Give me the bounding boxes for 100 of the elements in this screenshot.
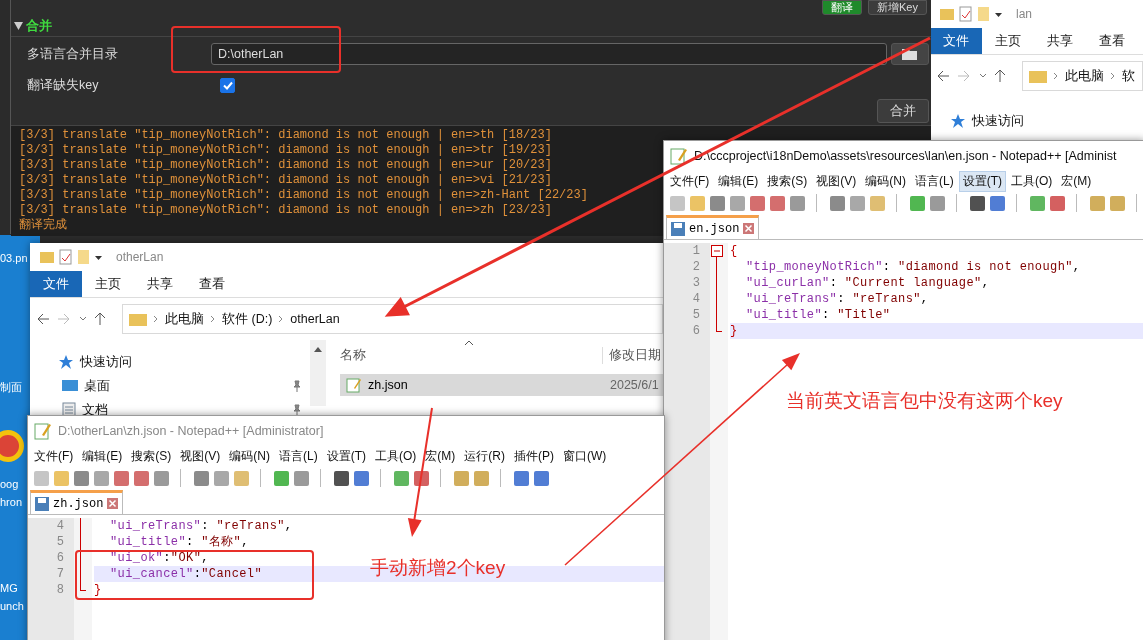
scroll-up-arrow-icon[interactable] — [314, 346, 322, 352]
directory-input[interactable]: D:\otherLan — [211, 43, 887, 65]
section-title[interactable]: 合并 — [26, 17, 52, 35]
annotation-text: 手动新增2个key — [370, 556, 506, 580]
line-number: 4 — [56, 518, 65, 534]
monitor-icon — [62, 379, 78, 393]
notepad-icon — [34, 422, 52, 440]
menu-item[interactable]: 工具(O) — [1007, 170, 1057, 192]
ribbon-tab[interactable]: 查看 — [1086, 28, 1138, 54]
action-button[interactable]: 新增Key — [868, 0, 927, 15]
menu-item[interactable]: 宏(M) — [421, 445, 460, 467]
menu-item[interactable]: 文件(F) — [666, 170, 714, 192]
desktop-icon-label[interactable]: MG — [0, 582, 18, 594]
breadcrumb-item[interactable]: 软件 (D:) — [222, 310, 273, 328]
toolbar-icons-drawing[interactable] — [32, 468, 552, 488]
line-number: 6 — [692, 323, 701, 339]
menu-item[interactable]: 编辑(E) — [714, 170, 763, 192]
nav-item[interactable]: 快速访问 — [80, 353, 132, 371]
log-line: [3/3] translate "tip_moneyNotRich": diamond is not enough | en=>zh [23/23] — [19, 203, 552, 217]
file-tab[interactable]: en.json — [666, 215, 760, 239]
window-title: lan — [1016, 7, 1032, 21]
menu-item[interactable]: 工具(O) — [371, 445, 421, 467]
file-date: 2025/6/1 — [610, 378, 659, 392]
line-number: 5 — [692, 307, 701, 323]
notepad-icon — [346, 377, 362, 393]
field-label: 翻译缺失key — [27, 76, 100, 94]
line-number: 6 — [56, 550, 65, 566]
code-line: "ui_title": "名称", — [109, 534, 250, 550]
menu-item[interactable]: 搜索(S) — [763, 170, 812, 192]
chevron-icon — [153, 315, 159, 323]
desktop-icon-label[interactable]: 制面 — [0, 380, 22, 395]
menu-item[interactable]: 运行(R) — [460, 445, 509, 467]
menu-item[interactable]: 编辑(E) — [78, 445, 127, 467]
breadcrumb-item[interactable]: 此电脑 — [165, 310, 204, 328]
sort-caret-icon — [464, 340, 474, 346]
log-line: [3/3] translate "tip_moneyNotRich": diamond is not enough | en=>vi [21/23] — [19, 173, 552, 187]
menu-item[interactable]: 语言(L) — [275, 445, 322, 467]
nav-item[interactable]: 桌面 — [84, 377, 110, 395]
menu-item[interactable]: 宏(M) — [1057, 170, 1096, 192]
file-tab[interactable]: zh.json — [30, 490, 124, 514]
log-line: [3/3] translate "tip_moneyNotRich": diamond is not enough | en=>th [18/23] — [19, 128, 552, 142]
save-icon — [671, 221, 685, 236]
ribbon-tab[interactable]: 文件 — [930, 28, 982, 54]
triangle-icon[interactable] — [14, 22, 23, 30]
file-name: zh.json — [368, 378, 409, 392]
breadcrumb-item[interactable]: 此电脑 — [1065, 67, 1104, 85]
log-line: 翻译完成 — [19, 218, 67, 232]
annotation-text: 当前英文语言包中没有这两个key — [786, 389, 1063, 413]
menu-item[interactable]: 编码(N) — [225, 445, 274, 467]
menu-item[interactable]: 搜索(S) — [127, 445, 176, 467]
file-row[interactable]: zh.json 2025/6/1 — [340, 374, 663, 396]
desktop-icon-label[interactable]: oog — [0, 478, 19, 490]
column-header[interactable]: 修改日期 — [602, 346, 661, 364]
nav-item[interactable]: 文档 — [82, 401, 108, 419]
star-icon — [950, 113, 966, 129]
ribbon-tab[interactable]: 文件 — [30, 271, 82, 297]
line-number: 3 — [692, 275, 701, 291]
code-line: "ui_reTrans": "reTrans", — [745, 291, 930, 307]
menu-item[interactable]: 窗口(W) — [559, 445, 611, 467]
menu-item[interactable]: 文件(F) — [30, 445, 78, 467]
star-icon — [58, 354, 74, 370]
ribbon-tab[interactable]: 主页 — [82, 271, 134, 297]
notepad-icon — [670, 147, 688, 165]
ribbon-tab[interactable]: 查看 — [186, 271, 238, 297]
circle-icon[interactable] — [0, 430, 24, 462]
desktop-icon-label[interactable]: hron — [0, 496, 23, 508]
address-bar[interactable]: 此电脑 软件 (D:) otherLan — [122, 304, 663, 334]
pin-icon[interactable] — [292, 380, 302, 392]
save-icon — [35, 496, 49, 511]
fold-minus-icon[interactable] — [711, 245, 723, 257]
close-icon[interactable] — [743, 223, 755, 234]
checkbox[interactable] — [220, 77, 235, 93]
ribbon-tab[interactable]: 主页 — [982, 28, 1034, 54]
menu-item[interactable]: 设置(T) — [322, 445, 370, 467]
chevron-icon — [1110, 72, 1116, 80]
menu-item[interactable]: 插件(P) — [510, 445, 558, 467]
pin-icon[interactable] — [292, 404, 302, 416]
code-line: "tip_moneyNotRich": "diamond is not enough", — [745, 259, 1082, 275]
log-line: [3/3] translate "tip_moneyNotRich": diamond is not enough | en=>zh-Hant [22/23] — [19, 188, 588, 202]
folder-icon — [129, 312, 147, 326]
desktop-icon-label[interactable]: unch — [0, 600, 24, 612]
close-icon[interactable] — [107, 498, 119, 509]
ribbon-tab[interactable]: 共享 — [134, 271, 186, 297]
menu-item[interactable]: 编码(N) — [861, 170, 910, 192]
scrollbar[interactable] — [310, 340, 326, 406]
breadcrumb-item[interactable]: otherLan — [290, 312, 340, 326]
nav-item[interactable]: 快速访问 — [972, 112, 1024, 130]
menu-item[interactable]: 语言(L) — [911, 170, 958, 192]
menu-item[interactable]: 视图(V) — [812, 170, 861, 192]
ribbon-tab[interactable]: 共享 — [1034, 28, 1086, 54]
action-button[interactable]: 翻译 — [822, 0, 863, 15]
merge-button[interactable]: 合并 — [877, 99, 929, 123]
desktop-icon-label[interactable]: 03.pn — [0, 252, 28, 264]
code-line: } — [94, 582, 103, 598]
menu-item[interactable]: 设置(T) — [958, 170, 1006, 192]
line-number: 4 — [692, 291, 701, 307]
address-bar[interactable]: 此电脑 软 — [1022, 61, 1143, 91]
breadcrumb-item[interactable]: 软 — [1122, 67, 1135, 85]
menu-item[interactable]: 视图(V) — [176, 445, 225, 467]
column-header[interactable]: 名称 — [340, 346, 602, 364]
